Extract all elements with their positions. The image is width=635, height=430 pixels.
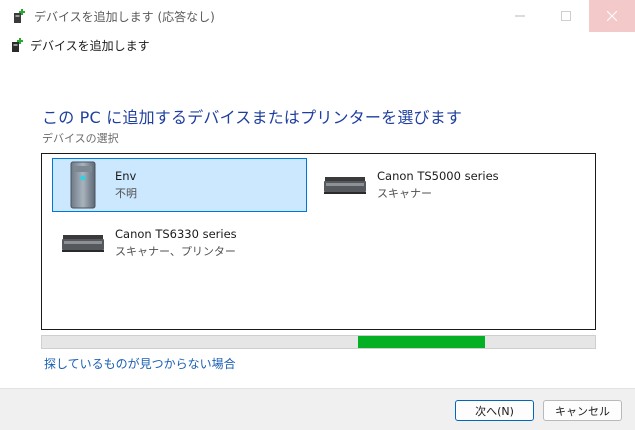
close-icon bbox=[607, 11, 617, 21]
computer-tower-icon bbox=[59, 161, 107, 209]
device-name: Env bbox=[115, 169, 137, 183]
device-status: 不明 bbox=[115, 187, 137, 200]
minimize-button[interactable] bbox=[497, 0, 543, 32]
device-list[interactable]: Env 不明 Canon TS5000 series スキャナー Canon T… bbox=[41, 153, 596, 330]
progress-indicator bbox=[358, 336, 485, 348]
scanner-icon bbox=[321, 163, 369, 207]
device-status: スキャナー、プリンター bbox=[115, 245, 236, 258]
maximize-icon bbox=[561, 11, 571, 21]
window-title: デバイスを追加します (応答なし) bbox=[34, 10, 215, 24]
not-found-link[interactable]: 探しているものが見つからない場合 bbox=[44, 355, 236, 372]
minimize-icon bbox=[515, 15, 525, 17]
add-device-icon bbox=[12, 38, 23, 52]
next-button[interactable]: 次へ(N) bbox=[455, 400, 534, 421]
search-progress-bar bbox=[41, 335, 596, 349]
wizard-header-label: デバイスを追加します bbox=[30, 38, 150, 53]
button-bar: 次へ(N) キャンセル bbox=[0, 388, 635, 430]
device-status: スキャナー bbox=[377, 187, 432, 200]
add-device-icon bbox=[14, 9, 25, 23]
close-button[interactable] bbox=[589, 0, 635, 32]
page-title: この PC に追加するデバイスまたはプリンターを選びます bbox=[42, 108, 463, 127]
device-item-env[interactable]: Env 不明 bbox=[52, 158, 307, 212]
device-item-canon-ts5000[interactable]: Canon TS5000 series スキャナー bbox=[314, 158, 584, 212]
maximize-button[interactable] bbox=[543, 0, 589, 32]
device-name: Canon TS6330 series bbox=[115, 227, 237, 241]
device-list-label: デバイスの選択 bbox=[42, 132, 119, 145]
device-name: Canon TS5000 series bbox=[377, 169, 499, 183]
cancel-button[interactable]: キャンセル bbox=[543, 400, 622, 421]
printer-scanner-icon bbox=[59, 221, 107, 265]
wizard-header: デバイスを追加します bbox=[10, 36, 150, 54]
title-bar: デバイスを追加します (応答なし) bbox=[0, 0, 635, 32]
device-item-canon-ts6330[interactable]: Canon TS6330 series スキャナー、プリンター bbox=[52, 216, 307, 270]
